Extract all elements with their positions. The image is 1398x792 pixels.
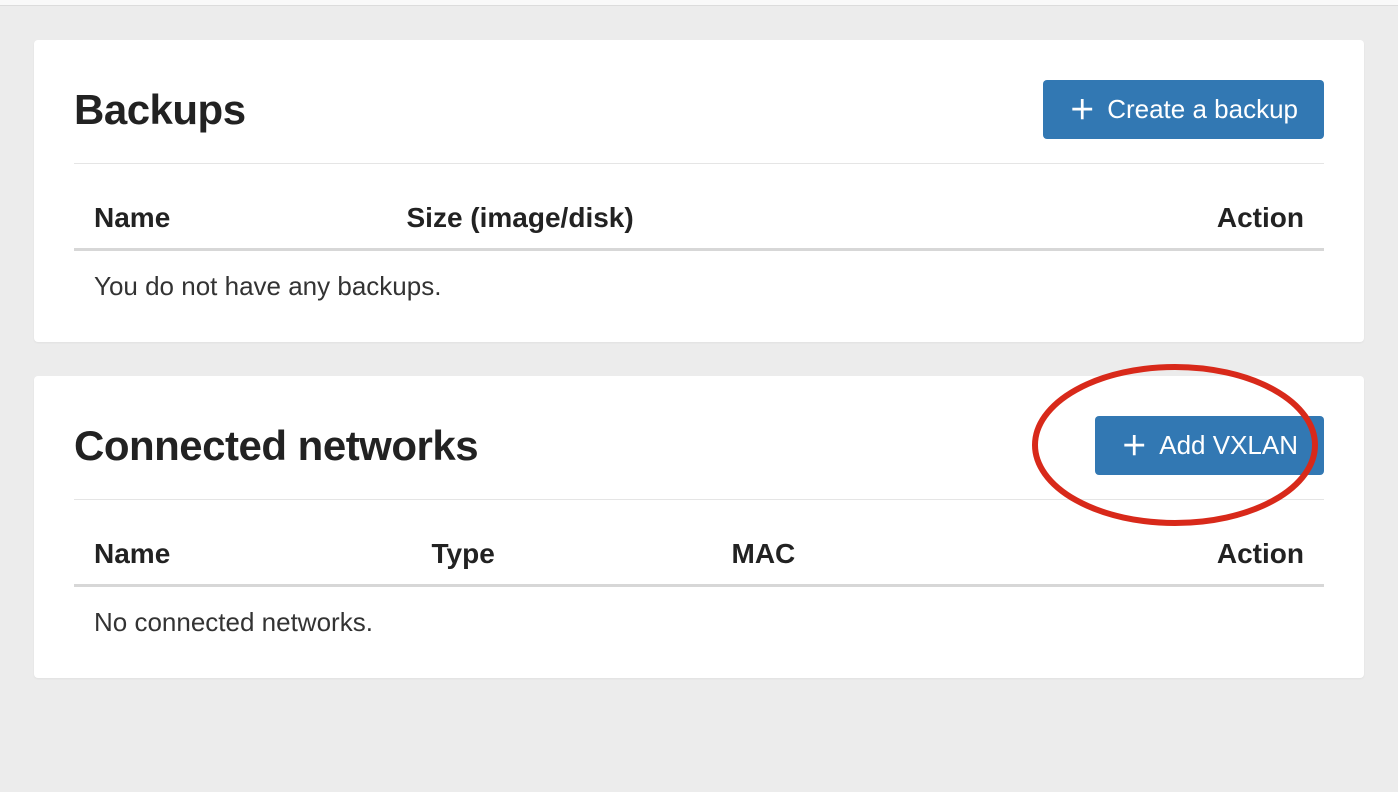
plus-icon: ＋ [1069,97,1095,123]
networks-col-action: Action [1137,524,1325,586]
backups-panel-header: Backups ＋ Create a backup [74,80,1324,164]
networks-table: Name Type MAC Action No connected networ… [74,524,1324,648]
backups-table: Name Size (image/disk) Action You do not… [74,188,1324,312]
networks-title: Connected networks [74,422,478,470]
backups-title: Backups [74,86,246,134]
create-backup-button-label: Create a backup [1107,94,1298,125]
add-vxlan-button-label: Add VXLAN [1159,430,1298,461]
table-row: No connected networks. [74,586,1324,649]
backups-col-size: Size (image/disk) [387,188,1137,250]
plus-icon: ＋ [1121,433,1147,459]
networks-col-mac: MAC [712,524,1137,586]
networks-col-type: Type [412,524,712,586]
networks-panel: Connected networks ＋ Add VXLAN Name Type… [34,376,1364,678]
backups-empty-message: You do not have any backups. [74,250,1324,313]
backups-col-action: Action [1137,188,1325,250]
networks-empty-message: No connected networks. [74,586,1324,649]
networks-col-name: Name [74,524,412,586]
backups-panel: Backups ＋ Create a backup Name Size (ima… [34,40,1364,342]
networks-panel-header: Connected networks ＋ Add VXLAN [74,416,1324,500]
add-vxlan-button[interactable]: ＋ Add VXLAN [1095,416,1324,475]
table-row: You do not have any backups. [74,250,1324,313]
backups-col-name: Name [74,188,387,250]
create-backup-button[interactable]: ＋ Create a backup [1043,80,1324,139]
top-divider [0,0,1398,6]
